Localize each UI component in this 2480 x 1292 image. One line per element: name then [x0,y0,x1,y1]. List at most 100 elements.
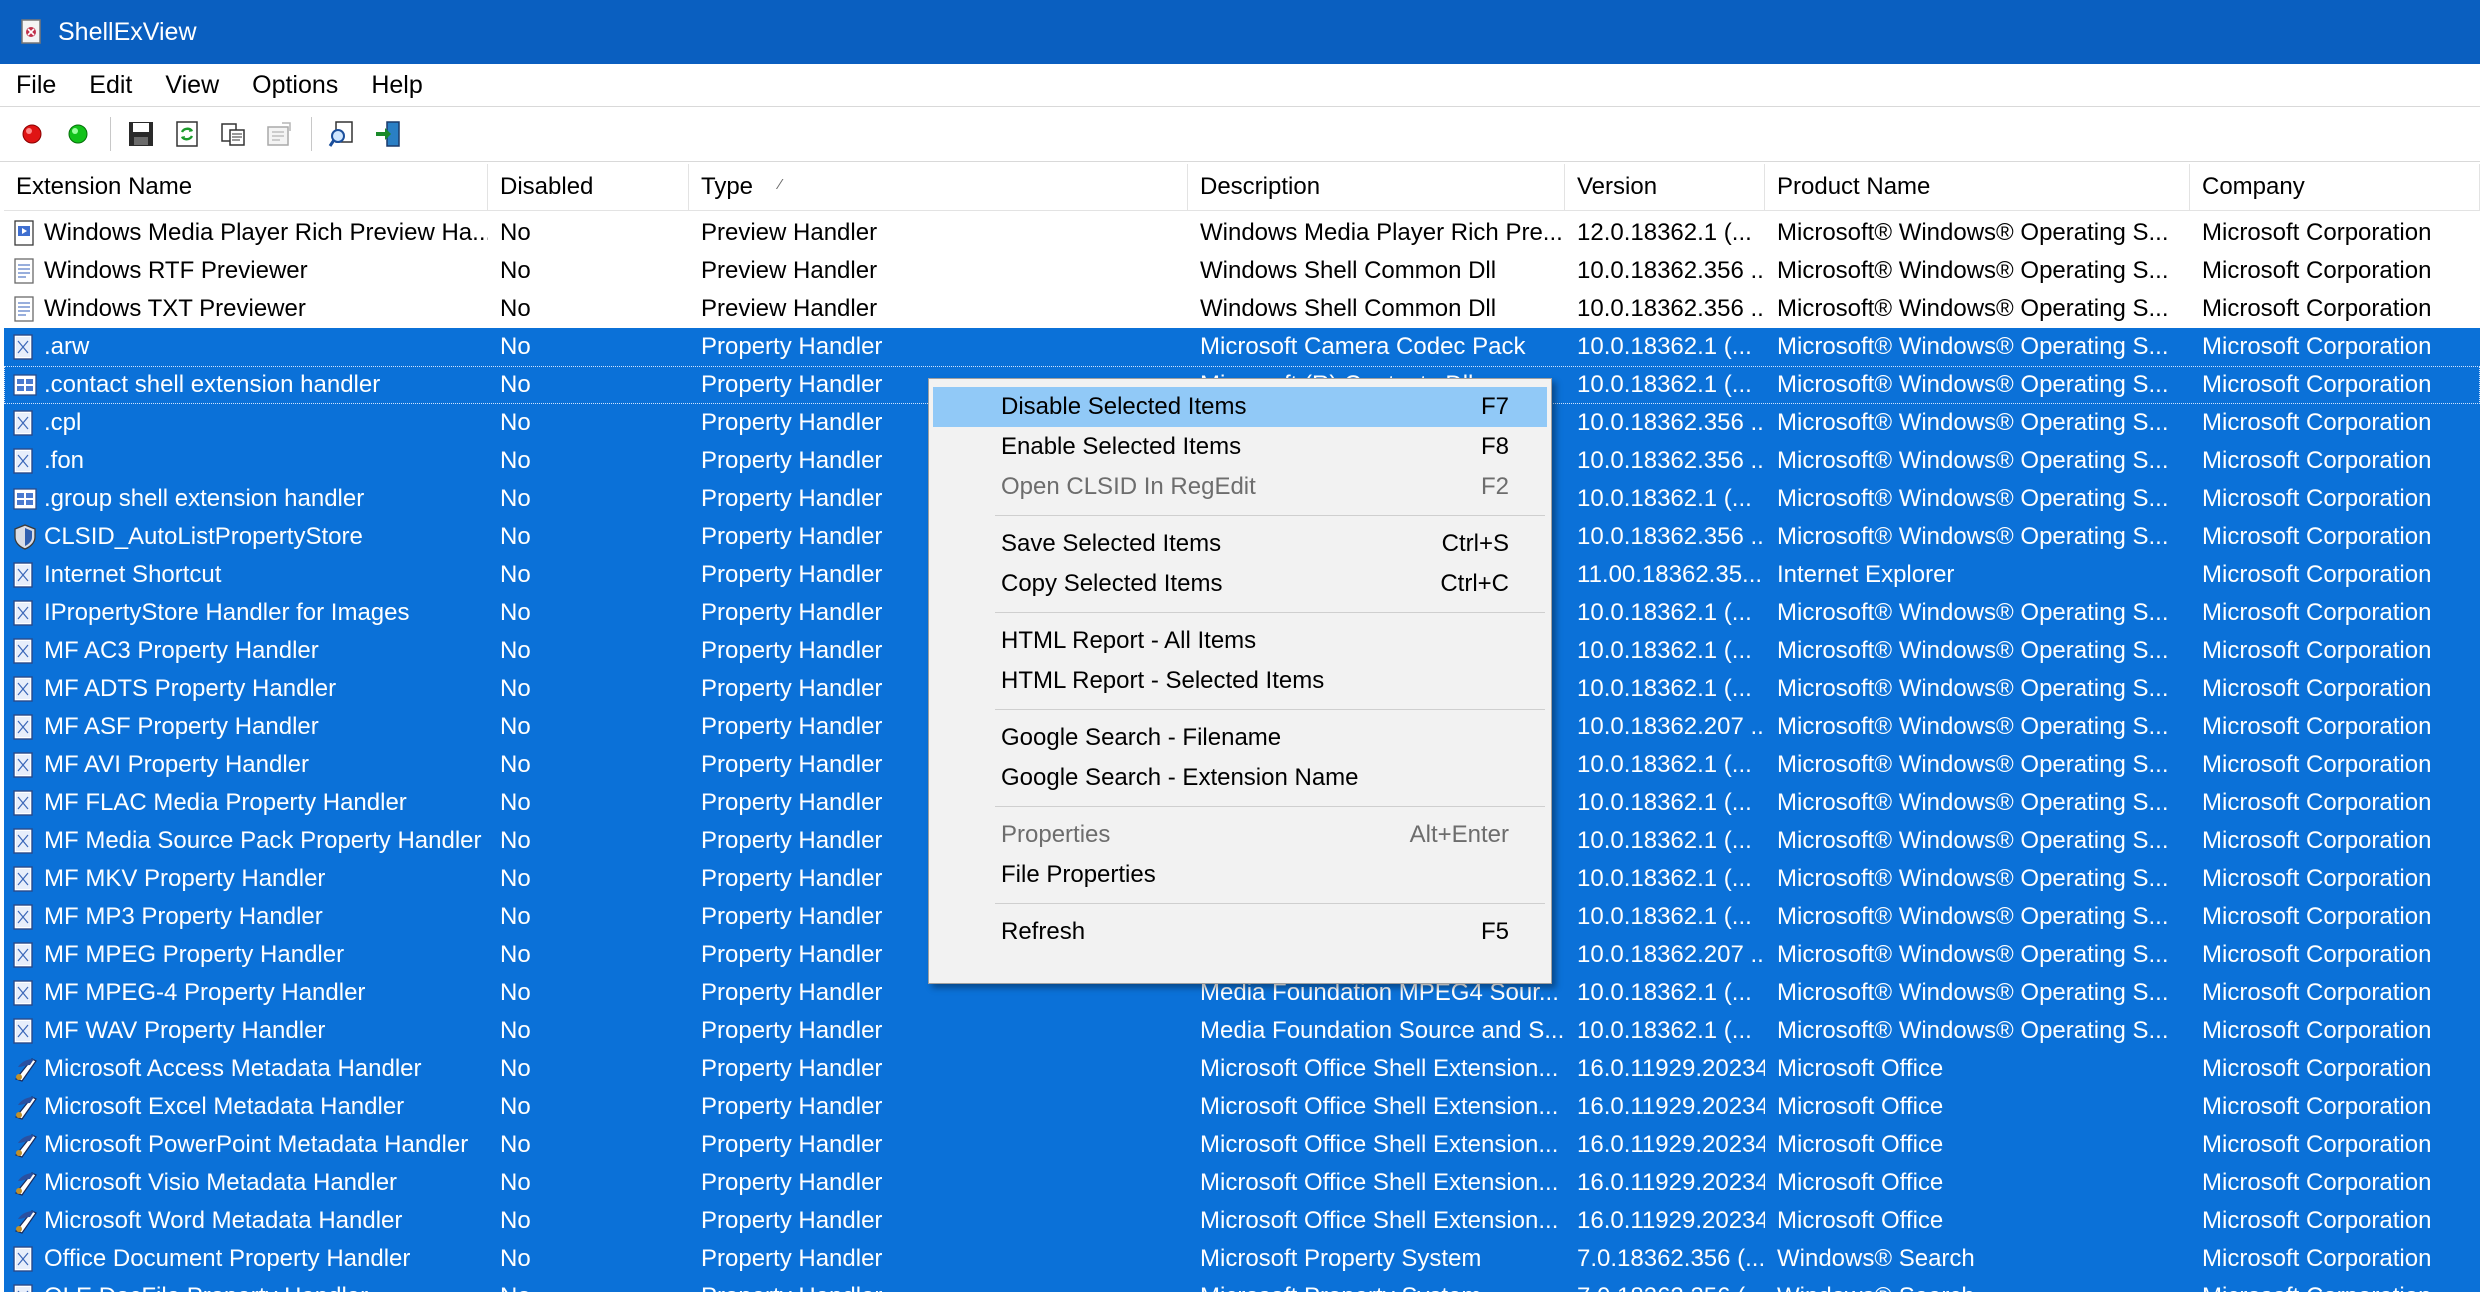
table-row[interactable]: Microsoft Excel Metadata Handler No Proper… [4,1088,2480,1126]
exit-button[interactable] [368,114,408,154]
cell-text: Microsoft Corporation [2202,979,2432,1006]
cell-description: Windows Media Player Rich Pre... [1188,214,1565,252]
table-row[interactable]: MF WAV Property Handler No Property Handle… [4,1012,2480,1050]
column-header-disabled[interactable]: Disabled [488,164,689,210]
table-row[interactable]: Microsoft PowerPoint Metadata Handler No P… [4,1126,2480,1164]
cell-text: Microsoft Office [1777,1207,1944,1234]
menu-item-disable-selected-items[interactable]: Disable Selected Items F7 [933,387,1547,427]
enable-button[interactable] [58,114,98,154]
menu-item-label: Disable Selected Items [1001,393,1247,420]
cell-text: MF ASF Property Handler [44,713,319,740]
menu-item-enable-selected-items[interactable]: Enable Selected Items F8 [933,427,1547,467]
cell-company: Microsoft Corporation [2190,974,2480,1012]
cell-text: No [500,1093,531,1120]
cell-extension-name: Office Document Property Handler [4,1240,488,1278]
cell-text: Windows Shell Common Dll [1200,295,1497,322]
cell-type: Property Handler [689,1240,1188,1278]
menu-item-shortcut: F7 [1480,393,1509,420]
cell-product-name: Microsoft® Windows® Operating S... [1765,632,2190,670]
cell-text: No [500,865,531,892]
table-row[interactable]: OLE DocFile Property Handler No Property H… [4,1278,2480,1292]
cell-company: Microsoft Corporation [2190,936,2480,974]
cell-text: No [500,409,531,436]
column-header-extension-name[interactable]: Extension Name [4,164,488,210]
column-header-type[interactable]: Type ⁄ [689,164,1188,210]
cell-product-name: Microsoft Office [1765,1050,2190,1088]
menu-item-google-search-filename[interactable]: Google Search - Filename [933,718,1547,758]
cell-company: Microsoft Corporation [2190,784,2480,822]
cell-text: 16.0.11929.20234 [1577,1207,1765,1234]
menu-item-copy-selected-items[interactable]: Copy Selected Items Ctrl+C [933,564,1547,604]
cell-type: Property Handler [689,1278,1188,1292]
cell-disabled: No [488,480,689,518]
cell-company: Microsoft Corporation [2190,1050,2480,1088]
cell-version: 10.0.18362.1 (... [1565,480,1765,518]
cell-text: 10.0.18362.1 (... [1577,979,1752,1006]
save-button[interactable] [121,114,161,154]
cell-disabled: No [488,556,689,594]
cell-text: No [500,751,531,778]
cell-product-name: Microsoft® Windows® Operating S... [1765,822,2190,860]
document-icon [12,295,38,323]
cell-extension-name: Microsoft Word Metadata Handler [4,1202,488,1240]
cell-version: 10.0.18362.1 (... [1565,784,1765,822]
column-header-product-name[interactable]: Product Name [1765,164,2190,210]
table-row[interactable]: Microsoft Access Metadata Handler No Prope… [4,1050,2480,1088]
table-row[interactable]: Windows Media Player Rich Preview Ha... N… [4,214,2480,252]
cell-text: 12.0.18362.1 (... [1577,219,1752,246]
cell-text: 16.0.11929.20234 [1577,1093,1765,1120]
cell-text: MF MP3 Property Handler [44,903,323,930]
menu-item-open-clsid-in-regedit: Open CLSID In RegEdit F2 [933,467,1547,507]
cell-description: Microsoft Office Shell Extension... [1188,1088,1565,1126]
cell-text: 10.0.18362.356 ... [1577,447,1765,474]
column-header-description[interactable]: Description [1188,164,1565,210]
cell-text: Microsoft Corporation [2202,1017,2432,1044]
refresh-button[interactable] [167,114,207,154]
menu-item-label: Enable Selected Items [1001,433,1242,460]
office-handler-icon [12,1055,38,1083]
menu-separator [995,709,1545,710]
menu-view[interactable]: View [149,71,236,100]
menu-options[interactable]: Options [236,71,355,100]
cell-version: 10.0.18362.1 (... [1565,328,1765,366]
exit-icon [376,121,400,147]
copy-button[interactable] [213,114,253,154]
menu-item-save-selected-items[interactable]: Save Selected Items Ctrl+S [933,524,1547,564]
menu-item-html-report-all-items[interactable]: HTML Report - All Items [933,621,1547,661]
disable-button[interactable] [12,114,52,154]
table-row[interactable]: Microsoft Visio Metadata Handler No Proper… [4,1164,2480,1202]
cell-text: Windows RTF Previewer [44,257,308,284]
menu-item-refresh[interactable]: Refresh F5 [933,912,1547,952]
table-row[interactable]: Office Document Property Handler No Proper… [4,1240,2480,1278]
column-header-version[interactable]: Version [1565,164,1765,210]
column-header-company[interactable]: Company [2190,164,2480,210]
table-row[interactable]: Microsoft Word Metadata Handler No Propert… [4,1202,2480,1240]
table-row[interactable]: Windows TXT Previewer No Preview Handler Wi… [4,290,2480,328]
cell-product-name: Microsoft® Windows® Operating S... [1765,366,2190,404]
table-row[interactable]: .arw No Property Handler Microsoft Camera C… [4,328,2480,366]
menu-item-google-search-extension-name[interactable]: Google Search - Extension Name [933,758,1547,798]
cell-text: Windows Media Player Rich Preview Ha... [44,219,488,246]
cell-text: Microsoft® Windows® Operating S... [1777,979,2169,1006]
office-handler-icon [12,1093,38,1121]
menu-file[interactable]: File [0,71,73,100]
cell-version: 10.0.18362.207 ... [1565,708,1765,746]
cell-text: 10.0.18362.1 (... [1577,1017,1752,1044]
cell-text: Property Handler [701,409,883,436]
cell-product-name: Microsoft® Windows® Operating S... [1765,252,2190,290]
cell-text: .cpl [44,409,82,436]
table-row[interactable]: Windows RTF Previewer No Preview Handler Wi… [4,252,2480,290]
menu-edit[interactable]: Edit [73,71,149,100]
find-button[interactable] [322,114,362,154]
menu-item-html-report-selected-items[interactable]: HTML Report - Selected Items [933,661,1547,701]
menu-help[interactable]: Help [355,71,439,100]
cell-text: Microsoft® Windows® Operating S... [1777,827,2169,854]
cell-text: .contact shell extension handler [44,371,381,398]
cell-text: 16.0.11929.20234 [1577,1169,1765,1196]
menu-item-file-properties[interactable]: File Properties [933,855,1547,895]
cell-product-name: Microsoft® Windows® Operating S... [1765,860,2190,898]
cell-text: Microsoft Office [1777,1055,1944,1082]
cell-extension-name: MF MKV Property Handler [4,860,488,898]
properties-button[interactable] [259,114,299,154]
cell-text: No [500,713,531,740]
